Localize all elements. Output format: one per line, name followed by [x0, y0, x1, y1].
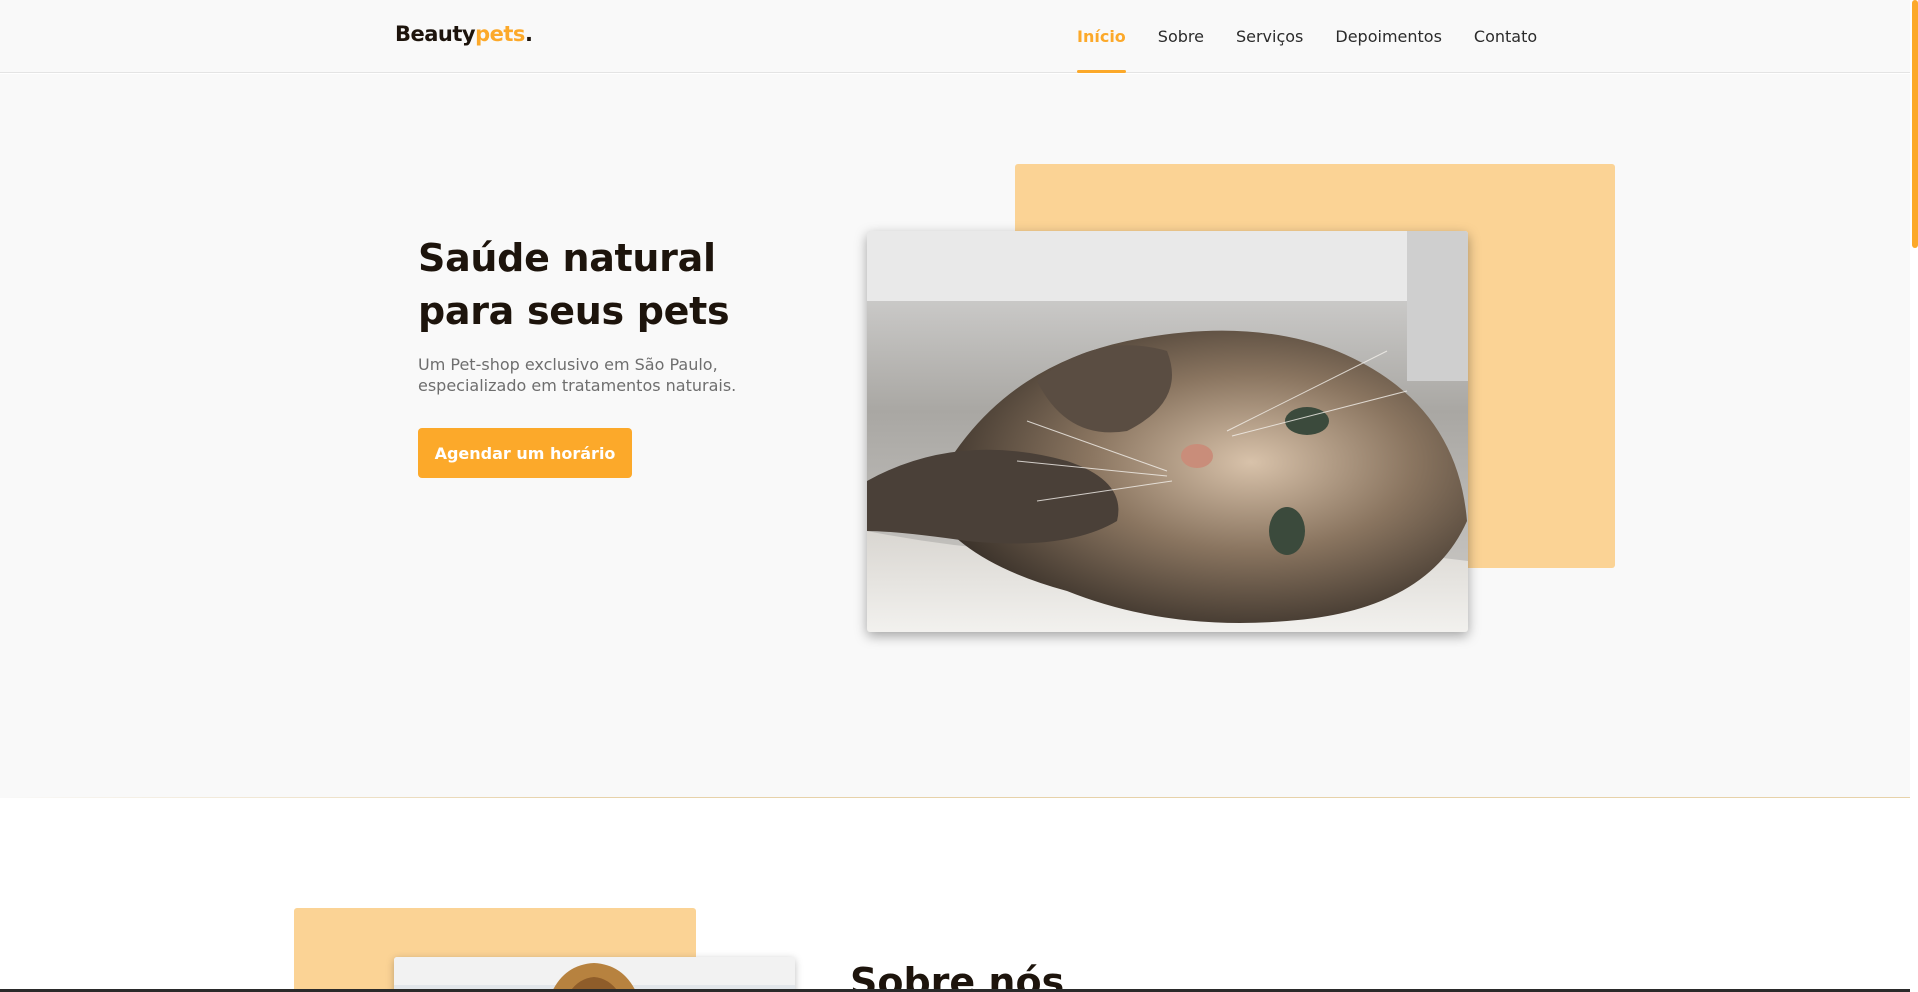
- main-nav: Início Sobre Serviços Depoimentos Contat…: [1077, 0, 1569, 73]
- about-image: [394, 957, 795, 992]
- nav-item-depoimentos[interactable]: Depoimentos: [1335, 0, 1442, 73]
- hero-cat-image: [867, 231, 1468, 632]
- site-header: Beautypets. Início Sobre Serviços Depoim…: [0, 0, 1910, 73]
- nav-item-servicos[interactable]: Serviços: [1236, 0, 1303, 73]
- nav-item-sobre[interactable]: Sobre: [1158, 0, 1204, 73]
- hero-subtitle: Um Pet-shop exclusivo em São Paulo, espe…: [418, 355, 737, 395]
- page: Beautypets. Início Sobre Serviços Depoim…: [0, 0, 1918, 992]
- schedule-button[interactable]: Agendar um horário: [418, 428, 632, 478]
- brand-name: Beauty: [395, 22, 476, 46]
- scrollbar-thumb[interactable]: [1912, 0, 1918, 248]
- brand-logo[interactable]: Beautypets.: [395, 22, 533, 46]
- brand-dot: .: [524, 22, 533, 46]
- cat-photo-illustration: [867, 231, 1468, 632]
- nav-item-contato[interactable]: Contato: [1474, 0, 1537, 73]
- brand-accent: pets: [475, 22, 525, 46]
- about-photo-illustration: [394, 957, 795, 992]
- section-divider: [0, 797, 1910, 798]
- hero-title: Saúde natural para seus pets: [418, 236, 730, 333]
- about-title: Sobre nós: [850, 960, 1065, 992]
- nav-item-inicio[interactable]: Início: [1077, 0, 1126, 73]
